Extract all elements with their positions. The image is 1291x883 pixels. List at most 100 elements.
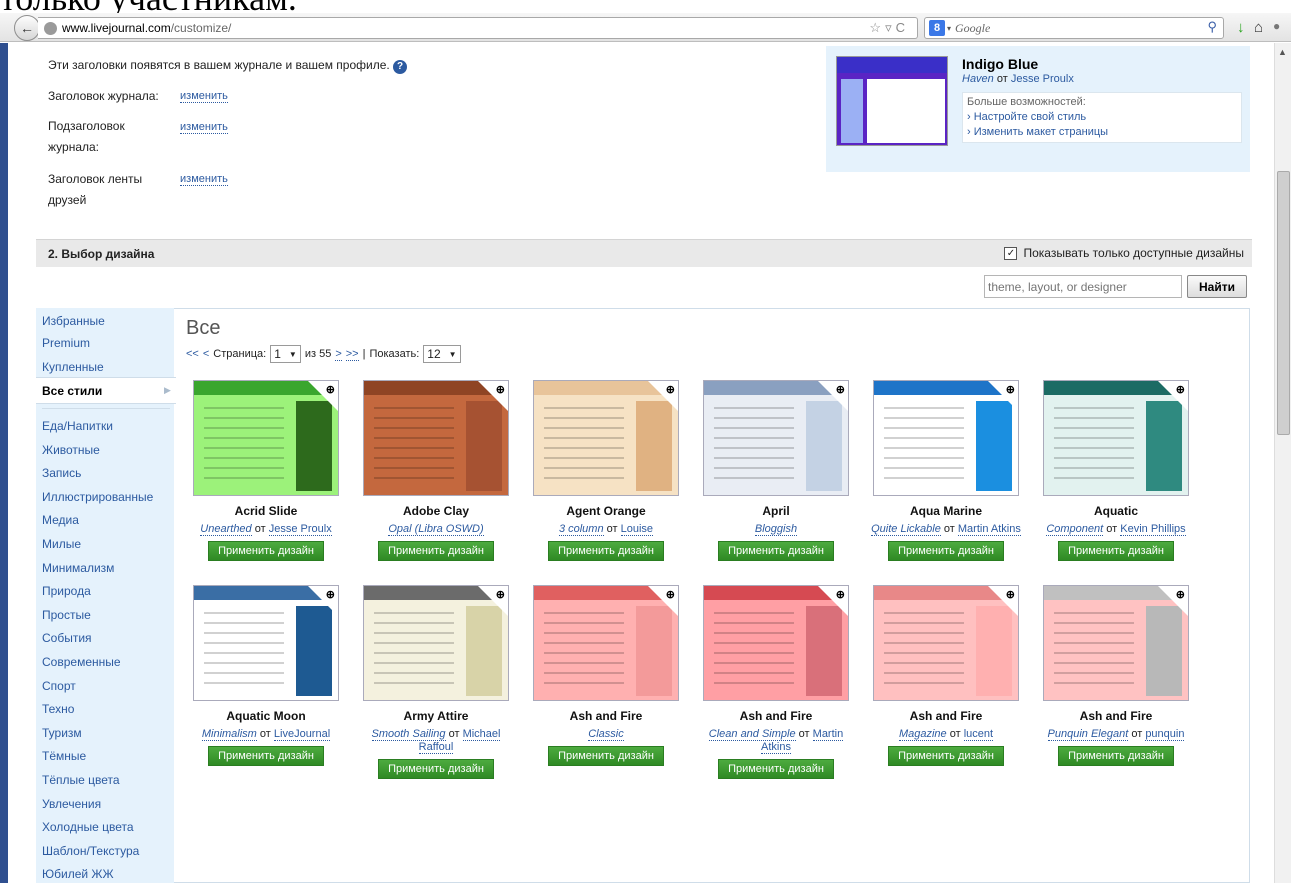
page-select[interactable]: 1 ▼ bbox=[270, 345, 301, 363]
sidebar-category-item[interactable]: Туризм bbox=[42, 726, 82, 740]
theme-thumbnail[interactable]: ⊕ bbox=[1043, 585, 1189, 701]
zoom-icon[interactable]: ⊕ bbox=[836, 383, 845, 396]
theme-thumbnail[interactable]: ⊕ bbox=[363, 585, 509, 701]
layout-link[interactable]: 3 column bbox=[558, 523, 604, 536]
sidebar-category-item[interactable]: Юбилей ЖЖ bbox=[42, 867, 114, 881]
apply-theme-button[interactable]: Применить дизайн bbox=[208, 746, 324, 766]
theme-thumbnail[interactable]: ⊕ bbox=[193, 585, 339, 701]
pager-next[interactable]: > bbox=[335, 348, 342, 361]
show-available-toggle[interactable]: ✓ Показывать только доступные дизайны bbox=[1004, 246, 1244, 260]
layout-link[interactable]: Punquin Elegant bbox=[1047, 728, 1129, 741]
vertical-scrollbar[interactable]: ▲ bbox=[1274, 43, 1291, 883]
theme-thumbnail[interactable]: ⊕ bbox=[193, 380, 339, 496]
change-layout-link[interactable]: › Изменить макет страницы bbox=[967, 125, 1237, 140]
pager-prev[interactable]: < bbox=[203, 348, 209, 360]
theme-thumbnail[interactable]: ⊕ bbox=[703, 380, 849, 496]
designer-link[interactable]: Martin Atkins bbox=[957, 523, 1021, 536]
sidebar-item-all-styles[interactable]: Все стили ▶ bbox=[36, 377, 176, 404]
sidebar-category-item[interactable]: Холодные цвета bbox=[42, 820, 134, 834]
scroll-thumb[interactable] bbox=[1277, 171, 1290, 435]
download-arrow-icon[interactable]: ↓ bbox=[1237, 19, 1245, 36]
journal-subtitle-edit-link[interactable]: изменить bbox=[180, 121, 228, 134]
sidebar-category-item[interactable]: Увлечения bbox=[42, 797, 101, 811]
layout-link[interactable]: Unearthed bbox=[200, 523, 252, 536]
sidebar-category-item[interactable]: Спорт bbox=[42, 679, 76, 693]
find-button[interactable]: Найти bbox=[1187, 275, 1247, 298]
zoom-icon[interactable]: ⊕ bbox=[1006, 383, 1015, 396]
designer-link[interactable]: Kevin Phillips bbox=[1120, 523, 1186, 536]
sidebar-category-item[interactable]: Современные bbox=[42, 655, 121, 669]
apply-theme-button[interactable]: Применить дизайн bbox=[548, 746, 664, 766]
sidebar-item-premium[interactable]: Premium bbox=[42, 336, 90, 350]
search-icon[interactable]: ⚲ bbox=[1207, 19, 1217, 35]
sidebar-category-item[interactable]: Животные bbox=[42, 443, 100, 457]
sidebar-item-purchased[interactable]: Купленные bbox=[42, 360, 104, 374]
apply-theme-button[interactable]: Применить дизайн bbox=[718, 759, 834, 779]
zoom-icon[interactable]: ⊕ bbox=[1006, 588, 1015, 601]
zoom-icon[interactable]: ⊕ bbox=[326, 588, 335, 601]
layout-link[interactable]: Minimalism bbox=[201, 728, 257, 741]
zoom-icon[interactable]: ⊕ bbox=[496, 383, 505, 396]
apply-theme-button[interactable]: Применить дизайн bbox=[378, 759, 494, 779]
scroll-up-arrow-icon[interactable]: ▲ bbox=[1278, 47, 1287, 57]
layout-link[interactable]: Component bbox=[1046, 523, 1104, 536]
zoom-icon[interactable]: ⊕ bbox=[666, 383, 675, 396]
current-theme-designer-link[interactable]: Jesse Proulx bbox=[1011, 73, 1074, 85]
pager-first[interactable]: << bbox=[186, 348, 199, 360]
theme-thumbnail[interactable]: ⊕ bbox=[703, 585, 849, 701]
sidebar-category-item[interactable]: Техно bbox=[42, 702, 74, 716]
apply-theme-button[interactable]: Применить дизайн bbox=[888, 541, 1004, 561]
sidebar-category-item[interactable]: Минимализм bbox=[42, 561, 114, 575]
sidebar-category-item[interactable]: Еда/Напитки bbox=[42, 419, 113, 433]
show-available-checkbox[interactable]: ✓ bbox=[1004, 246, 1018, 260]
layout-link[interactable]: Classic bbox=[588, 728, 624, 741]
theme-thumbnail[interactable]: ⊕ bbox=[873, 585, 1019, 701]
theme-thumbnail[interactable]: ⊕ bbox=[873, 380, 1019, 496]
star-refresh-icons[interactable]: ☆▿C bbox=[869, 20, 909, 36]
sidebar-category-item[interactable]: Шаблон/Текстура bbox=[42, 844, 139, 858]
designer-link[interactable]: LiveJournal bbox=[273, 728, 331, 741]
zoom-icon[interactable]: ⊕ bbox=[1176, 383, 1185, 396]
journal-title-edit-link[interactable]: изменить bbox=[180, 90, 228, 103]
browser-search-box[interactable]: 8 ▾ Google ⚲ bbox=[924, 17, 1224, 39]
zoom-icon[interactable]: ⊕ bbox=[666, 588, 675, 601]
sidebar-category-item[interactable]: Тёплые цвета bbox=[42, 773, 120, 787]
zoom-icon[interactable]: ⊕ bbox=[836, 588, 845, 601]
layout-link[interactable]: Smooth Sailing bbox=[371, 728, 446, 741]
friends-title-edit-link[interactable]: изменить bbox=[180, 173, 228, 186]
per-page-select[interactable]: 12 ▼ bbox=[423, 345, 461, 363]
help-icon[interactable]: ? bbox=[393, 60, 408, 74]
theme-thumbnail[interactable]: ⊕ bbox=[533, 585, 679, 701]
pager-last[interactable]: >> bbox=[345, 348, 359, 361]
layout-link[interactable]: Quite Lickable bbox=[871, 523, 941, 536]
apply-theme-button[interactable]: Применить дизайн bbox=[718, 541, 834, 561]
sidebar-category-item[interactable]: Природа bbox=[42, 584, 91, 598]
designer-link[interactable]: lucent bbox=[963, 728, 994, 741]
designer-link[interactable]: Louise bbox=[620, 523, 654, 536]
current-theme-thumbnail[interactable] bbox=[836, 56, 948, 146]
customize-style-link[interactable]: › Настройте свой стиль bbox=[967, 110, 1237, 125]
sidebar-category-item[interactable]: Тёмные bbox=[42, 749, 86, 763]
theme-thumbnail[interactable]: ⊕ bbox=[533, 380, 679, 496]
sidebar-category-item[interactable]: Иллюстрированные bbox=[42, 490, 153, 504]
theme-thumbnail[interactable]: ⊕ bbox=[1043, 380, 1189, 496]
sidebar-category-item[interactable]: Медиа bbox=[42, 513, 79, 527]
sidebar-category-item[interactable]: Милые bbox=[42, 537, 81, 551]
apply-theme-button[interactable]: Применить дизайн bbox=[548, 541, 664, 561]
layout-link[interactable]: Magazine bbox=[898, 728, 947, 741]
sidebar-category-item[interactable]: Простые bbox=[42, 608, 91, 622]
address-bar[interactable]: www.livejournal.com/customize/ ☆▿C bbox=[38, 17, 918, 39]
sidebar-item-favorites[interactable]: Избранные bbox=[42, 314, 105, 328]
designer-link[interactable]: punquin bbox=[1145, 728, 1185, 741]
sidebar-category-item[interactable]: События bbox=[42, 631, 92, 645]
layout-link[interactable]: Clean and Simple bbox=[708, 728, 796, 741]
zoom-icon[interactable]: ⊕ bbox=[1176, 588, 1185, 601]
theme-thumbnail[interactable]: ⊕ bbox=[363, 380, 509, 496]
apply-theme-button[interactable]: Применить дизайн bbox=[378, 541, 494, 561]
theme-search-input[interactable] bbox=[984, 275, 1182, 298]
designer-link[interactable]: Jesse Proulx bbox=[268, 523, 332, 536]
back-arrow-icon[interactable]: ← bbox=[14, 15, 40, 41]
apply-theme-button[interactable]: Применить дизайн bbox=[888, 746, 1004, 766]
layout-link[interactable]: Opal (Libra OSWD) bbox=[388, 523, 484, 536]
apply-theme-button[interactable]: Применить дизайн bbox=[1058, 746, 1174, 766]
